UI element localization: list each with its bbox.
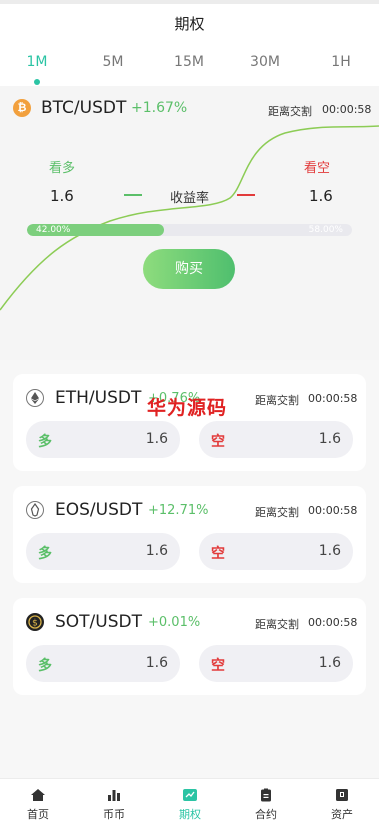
nav-home-label: 首页 [27, 808, 49, 821]
bar-chart-icon [108, 790, 120, 801]
nav-options-label: 期权 [179, 808, 201, 821]
tab-30m[interactable]: 30M [235, 54, 295, 70]
tab-5m[interactable]: 5M [83, 54, 143, 70]
long-value: 1.6 [145, 655, 168, 671]
tab-15m[interactable]: 15M [159, 54, 219, 70]
short-label: 空 [211, 658, 225, 674]
long-value: 1.6 [145, 431, 168, 447]
eos-icon [26, 501, 44, 519]
eth-icon [26, 389, 44, 407]
page-title: 期权 [0, 4, 379, 44]
short-value: 1.6 [309, 187, 333, 205]
nav-contract[interactable]: 合约 [228, 779, 304, 827]
short-button[interactable]: 空 1.6 [199, 533, 353, 570]
market-pair: EOS/USDT [55, 500, 143, 520]
long-label: 多 [38, 546, 52, 562]
home-icon [31, 789, 45, 801]
market-pair: ETH/USDT [55, 388, 142, 408]
market-countdown: 00:00:58 [308, 616, 358, 629]
price-curve [0, 125, 379, 311]
short-label[interactable]: 看空 [304, 157, 330, 176]
bitcoin-icon: ₿ [13, 99, 31, 117]
market-change: +0.01% [148, 615, 201, 630]
interval-tabs: 1M 5M 15M 30M 1H [0, 44, 379, 86]
short-value: 1.6 [318, 431, 341, 447]
ratio-left-text: 42.00% [36, 225, 71, 235]
nav-spot-label: 币币 [103, 808, 125, 821]
long-value: 1.6 [50, 187, 74, 205]
nav-options[interactable]: 期权 [152, 779, 228, 827]
market-card-eth[interactable]: ETH/USDT +0.76% 距离交割 00:00:58 多 1.6 空 1.… [13, 374, 366, 471]
market-countdown-label: 距离交割 [255, 506, 299, 519]
market-countdown: 00:00:58 [308, 504, 358, 517]
bottom-nav: 首页 币币 期权 合约 资产 [0, 778, 379, 827]
short-button[interactable]: 空 1.6 [199, 421, 353, 458]
market-countdown-label: 距离交割 [255, 394, 299, 407]
hero-pair: BTC/USDT [41, 98, 127, 118]
long-label[interactable]: 看多 [49, 157, 75, 176]
nav-home[interactable]: 首页 [0, 779, 76, 827]
short-label: 空 [211, 546, 225, 562]
nav-assets[interactable]: 资产 [304, 779, 379, 827]
long-short-ratio-bar: 42.00% 58.00% [27, 224, 352, 236]
market-countdown: 00:00:58 [308, 392, 358, 405]
btc-option-panel: ₿ BTC/USDT +1.67% 距离交割 00:00:58 看多 看空 1.… [0, 86, 379, 360]
nav-assets-label: 资产 [331, 808, 353, 821]
market-pair: SOT/USDT [55, 612, 142, 632]
wallet-icon [336, 789, 348, 801]
market-change: +12.71% [148, 503, 209, 518]
market-card-sot[interactable]: $ SOT/USDT +0.01% 距离交割 00:00:58 多 1.6 空 … [13, 598, 366, 695]
tab-1m[interactable]: 1M [7, 54, 67, 70]
rate-label: 收益率 [170, 191, 210, 206]
long-button[interactable]: 多 1.6 [26, 645, 180, 682]
options-icon [183, 789, 197, 801]
tab-1h[interactable]: 1H [311, 54, 371, 70]
long-button[interactable]: 多 1.6 [26, 421, 180, 458]
hero-change: +1.67% [131, 100, 188, 116]
hero-countdown-label: 距离交割 [268, 105, 312, 118]
buy-button[interactable]: 购买 [143, 249, 235, 289]
market-card-eos[interactable]: EOS/USDT +12.71% 距离交割 00:00:58 多 1.6 空 1… [13, 486, 366, 583]
short-button[interactable]: 空 1.6 [199, 645, 353, 682]
watermark: 华为源码 [147, 397, 228, 419]
short-label: 空 [211, 434, 225, 450]
long-label: 多 [38, 434, 52, 450]
nav-spot[interactable]: 币币 [76, 779, 152, 827]
market-countdown-label: 距离交割 [255, 618, 299, 631]
short-dash [237, 194, 255, 196]
active-tab-indicator [34, 79, 40, 85]
short-value: 1.6 [318, 655, 341, 671]
long-dash [124, 194, 142, 196]
nav-contract-label: 合约 [255, 808, 277, 821]
clipboard-icon [261, 788, 271, 802]
svg-text:$: $ [32, 619, 38, 629]
long-label: 多 [38, 658, 52, 674]
long-button[interactable]: 多 1.6 [26, 533, 180, 570]
short-value: 1.6 [318, 543, 341, 559]
hero-countdown: 00:00:58 [322, 103, 372, 116]
sot-icon: $ [26, 613, 44, 631]
long-value: 1.6 [145, 543, 168, 559]
ratio-right-text: 58.00% [308, 225, 343, 235]
